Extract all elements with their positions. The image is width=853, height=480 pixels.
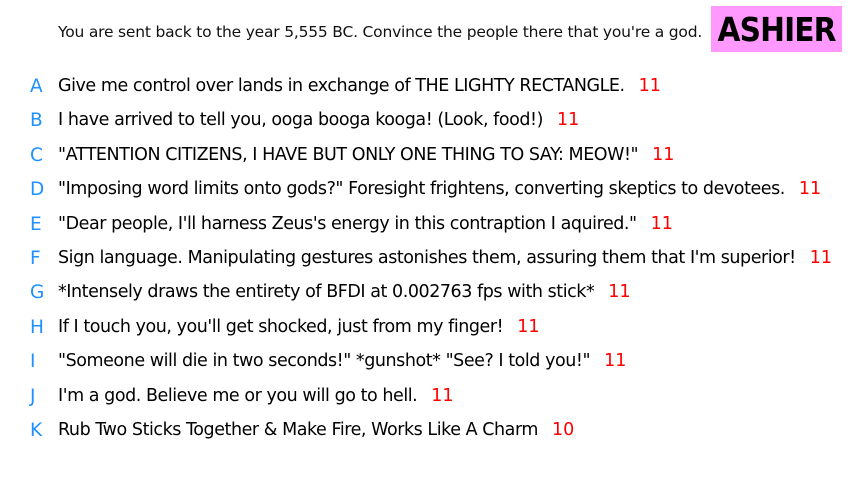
response-text: "Imposing word limits onto gods?" Foresi… — [58, 179, 785, 200]
response-row-a: A Give me control over lands in exchange… — [0, 70, 853, 104]
response-row-d: D "Imposing word limits onto gods?" Fore… — [0, 173, 853, 207]
response-row-e: E "Dear people, I'll harness Zeus's ener… — [0, 208, 853, 242]
word-count: 11 — [798, 179, 822, 200]
response-row-j: J I'm a god. Believe me or you will go t… — [0, 380, 853, 414]
response-text-wrap: Rub Two Sticks Together & Make Fire, Wor… — [58, 420, 574, 440]
response-letter: H — [30, 316, 44, 338]
response-text: I have arrived to tell you, ooga booga k… — [58, 110, 543, 131]
response-text: "ATTENTION CITIZENS, I HAVE BUT ONLY ONE… — [58, 144, 639, 165]
response-text-wrap: I have arrived to tell you, ooga booga k… — [58, 110, 579, 130]
response-text: If I touch you, you'll get shocked, just… — [58, 316, 504, 337]
response-text: I'm a god. Believe me or you will go to … — [58, 385, 418, 406]
player-name: ASHIER — [717, 9, 836, 49]
response-row-h: H If I touch you, you'll get shocked, ju… — [0, 311, 853, 345]
response-row-k: K Rub Two Sticks Together & Make Fire, W… — [0, 414, 853, 448]
response-letter: D — [30, 179, 45, 201]
word-count: 11 — [809, 247, 833, 268]
word-count: 11 — [604, 351, 627, 372]
word-count: 11 — [652, 144, 675, 165]
response-letter: B — [30, 110, 43, 132]
response-letter: E — [30, 213, 42, 235]
response-text: Rub Two Sticks Together & Make Fire, Wor… — [58, 419, 538, 440]
response-text: "Someone will die in two seconds!" *guns… — [58, 351, 591, 372]
response-row-f: F Sign language. Manipulating gestures a… — [0, 242, 853, 276]
response-text-wrap: "Someone will die in two seconds!" *guns… — [58, 351, 626, 371]
word-count: 11 — [608, 282, 631, 303]
response-letter: I — [30, 351, 36, 373]
response-text-wrap: "Imposing word limits onto gods?" Foresi… — [58, 179, 821, 199]
response-text-wrap: Give me control over lands in exchange o… — [58, 76, 661, 96]
response-letter: F — [30, 247, 41, 269]
prompt-text: You are sent back to the year 5,555 BC. … — [58, 23, 703, 41]
response-list: A Give me control over lands in exchange… — [0, 70, 853, 448]
response-row-g: G *Intensely draws the entirety of BFDI … — [0, 276, 853, 310]
response-letter: J — [30, 385, 36, 407]
response-letter: A — [30, 76, 43, 97]
response-row-c: C "ATTENTION CITIZENS, I HAVE BUT ONLY O… — [0, 139, 853, 173]
response-letter: G — [30, 282, 45, 304]
response-text: "Dear people, I'll harness Zeus's energy… — [58, 213, 637, 234]
response-text-wrap: Sign language. Manipulating gestures ast… — [58, 248, 832, 268]
response-text-wrap: If I touch you, you'll get shocked, just… — [58, 317, 539, 337]
word-count: 11 — [517, 316, 540, 337]
response-text: Give me control over lands in exchange o… — [58, 76, 625, 96]
word-count: 11 — [650, 213, 673, 234]
word-count: 10 — [551, 419, 575, 440]
response-row-b: B I have arrived to tell you, ooga booga… — [0, 104, 853, 138]
word-count: 11 — [557, 110, 580, 131]
response-letter: C — [30, 144, 43, 166]
player-name-badge: ASHIER — [711, 6, 842, 52]
word-count: 11 — [638, 76, 661, 96]
response-text-wrap: "Dear people, I'll harness Zeus's energy… — [58, 214, 673, 234]
response-text: *Intensely draws the entirety of BFDI at… — [58, 282, 595, 303]
response-text-wrap: I'm a god. Believe me or you will go to … — [58, 386, 454, 406]
response-row-i: I "Someone will die in two seconds!" *gu… — [0, 345, 853, 379]
word-count: 11 — [431, 385, 454, 406]
response-text: Sign language. Manipulating gestures ast… — [58, 247, 796, 268]
response-text-wrap: *Intensely draws the entirety of BFDI at… — [58, 282, 631, 302]
response-text-wrap: "ATTENTION CITIZENS, I HAVE BUT ONLY ONE… — [58, 145, 674, 165]
response-letter: K — [30, 419, 43, 441]
